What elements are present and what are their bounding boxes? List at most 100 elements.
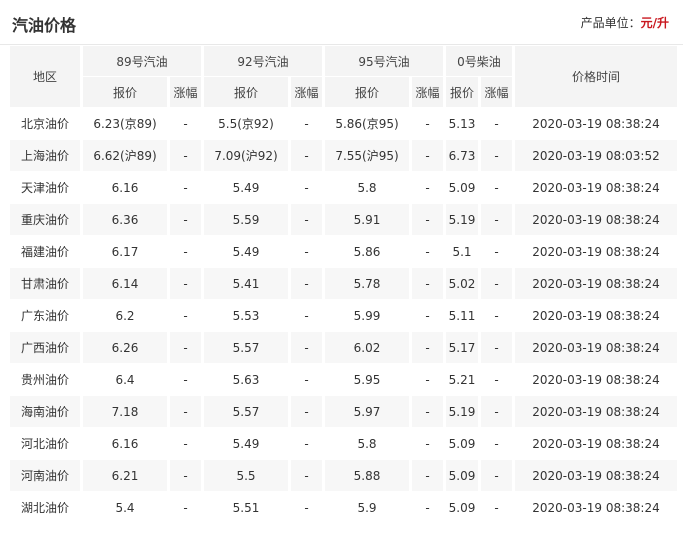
price-95: 5.91 [325, 204, 409, 235]
price-89: 6.16 [83, 428, 167, 459]
region-link[interactable]: 河北油价 [10, 428, 80, 459]
change-subheader-92: 涨幅 [291, 77, 322, 107]
change-95: - [412, 396, 443, 427]
price-table-body: 北京油价 6.23(京89) -5.5(京92) -5.86(京95) -5.13-20… [10, 108, 677, 523]
price-subheader-diesel: 报价 [446, 77, 478, 107]
price-time: 2020-03-19 08:38:24 [515, 204, 677, 235]
region-link[interactable]: 上海油价 [10, 140, 80, 171]
change-92: - [291, 108, 322, 139]
change-diesel: - [481, 492, 512, 523]
change-89: - [170, 460, 201, 491]
price-95: 5.9 [325, 492, 409, 523]
price-92: 5.51 [204, 492, 288, 523]
price-diesel: 5.19 [446, 396, 478, 427]
region-link[interactable]: 重庆油价 [10, 204, 80, 235]
region-link[interactable]: 北京油价 [10, 108, 80, 139]
table-row: 甘肃油价 6.14-5.41-5.78-5.02-2020-03-19 08:38… [10, 268, 677, 299]
change-subheader-89: 涨幅 [170, 77, 201, 107]
price-time: 2020-03-19 08:38:24 [515, 364, 677, 395]
price-time: 2020-03-19 08:03:52 [515, 140, 677, 171]
price-92: 5.5(京92) [204, 108, 288, 139]
price-92: 5.57 [204, 332, 288, 363]
price-time: 2020-03-19 08:38:24 [515, 460, 677, 491]
group-header-89: 89号汽油 [83, 46, 201, 76]
region-link[interactable]: 河南油价 [10, 460, 80, 491]
region-link[interactable]: 福建油价 [10, 236, 80, 267]
oil-price-table: 地区 89号汽油 92号汽油 95号汽油 0号柴油 价格时间 报价 涨幅 报价 … [7, 45, 680, 524]
table-row: 重庆油价 6.36-5.59-5.91-5.19-2020-03-19 08:38… [10, 204, 677, 235]
change-95: - [412, 268, 443, 299]
price-92: 5.49 [204, 236, 288, 267]
change-92: - [291, 268, 322, 299]
time-column-header: 价格时间 [515, 46, 677, 107]
table-row: 海南油价 7.18-5.57-5.97-5.19-2020-03-19 08:38… [10, 396, 677, 427]
price-95: 5.8 [325, 428, 409, 459]
change-subheader-diesel: 涨幅 [481, 77, 512, 107]
change-89: - [170, 204, 201, 235]
page-title: 汽油价格 [12, 16, 77, 35]
price-diesel: 6.73 [446, 140, 478, 171]
change-89: - [170, 172, 201, 203]
price-95: 5.86 [325, 236, 409, 267]
table-row: 福建油价 6.17-5.49-5.86-5.1-2020-03-19 08:38:… [10, 236, 677, 267]
region-link[interactable]: 湖北油价 [10, 492, 80, 523]
price-92: 5.57 [204, 396, 288, 427]
price-diesel: 5.21 [446, 364, 478, 395]
price-95: 5.8 [325, 172, 409, 203]
change-95: - [412, 140, 443, 171]
change-diesel: - [481, 236, 512, 267]
price-time: 2020-03-19 08:38:24 [515, 428, 677, 459]
change-diesel: - [481, 396, 512, 427]
change-89: - [170, 236, 201, 267]
price-89: 6.26 [83, 332, 167, 363]
change-89: - [170, 300, 201, 331]
price-89: 7.18 [83, 396, 167, 427]
change-92: - [291, 332, 322, 363]
region-link[interactable]: 广东油价 [10, 300, 80, 331]
price-subheader-92: 报价 [204, 77, 288, 107]
price-diesel: 5.19 [446, 204, 478, 235]
unit-info: 产品单位：元/升 [581, 14, 669, 31]
table-row: 广西油价 6.26-5.57-6.02-5.17-2020-03-19 08:38… [10, 332, 677, 363]
price-89: 6.23(京89) [83, 108, 167, 139]
change-92: - [291, 396, 322, 427]
price-89: 5.4 [83, 492, 167, 523]
price-time: 2020-03-19 08:38:24 [515, 396, 677, 427]
price-92: 5.5 [204, 460, 288, 491]
price-time: 2020-03-19 08:38:24 [515, 172, 677, 203]
region-link[interactable]: 海南油价 [10, 396, 80, 427]
change-89: - [170, 268, 201, 299]
change-92: - [291, 428, 322, 459]
price-time: 2020-03-19 08:38:24 [515, 492, 677, 523]
group-header-diesel: 0号柴油 [446, 46, 512, 76]
price-95: 5.88 [325, 460, 409, 491]
change-89: - [170, 108, 201, 139]
change-89: - [170, 364, 201, 395]
region-link[interactable]: 甘肃油价 [10, 268, 80, 299]
price-92: 7.09(沪92) [204, 140, 288, 171]
price-89: 6.14 [83, 268, 167, 299]
change-92: - [291, 204, 322, 235]
change-diesel: - [481, 140, 512, 171]
price-diesel: 5.09 [446, 492, 478, 523]
price-89: 6.4 [83, 364, 167, 395]
change-89: - [170, 396, 201, 427]
group-header-92: 92号汽油 [204, 46, 322, 76]
table-row: 河南油价 6.21-5.5-5.88-5.09-2020-03-19 08:38:… [10, 460, 677, 491]
price-89: 6.17 [83, 236, 167, 267]
region-link[interactable]: 天津油价 [10, 172, 80, 203]
change-92: - [291, 492, 322, 523]
price-95: 5.99 [325, 300, 409, 331]
price-95: 7.55(沪95) [325, 140, 409, 171]
change-89: - [170, 332, 201, 363]
region-link[interactable]: 广西油价 [10, 332, 80, 363]
table-row: 北京油价 6.23(京89) -5.5(京92) -5.86(京95) -5.13-20… [10, 108, 677, 139]
change-diesel: - [481, 268, 512, 299]
change-diesel: - [481, 204, 512, 235]
price-92: 5.63 [204, 364, 288, 395]
price-89: 6.21 [83, 460, 167, 491]
page-header: 汽油价格 产品单位：元/升 [0, 0, 683, 44]
change-92: - [291, 140, 322, 171]
region-link[interactable]: 贵州油价 [10, 364, 80, 395]
change-95: - [412, 172, 443, 203]
